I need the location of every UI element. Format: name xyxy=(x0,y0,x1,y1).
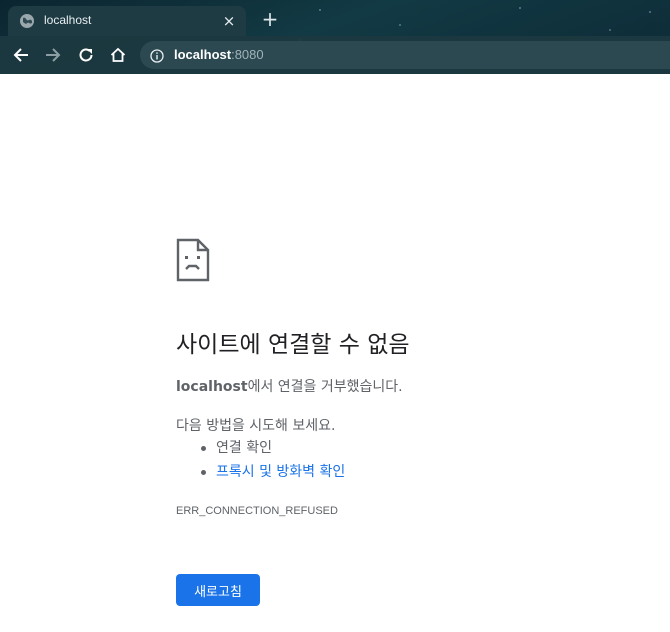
address-url: localhost:8080 xyxy=(174,47,264,62)
browser-tab[interactable]: localhost × xyxy=(8,6,246,36)
forward-arrow-icon[interactable] xyxy=(42,44,64,66)
new-tab-button[interactable]: + xyxy=(260,9,280,29)
globe-icon xyxy=(20,14,34,28)
browser-chrome: localhost × + localhost:8080 xyxy=(0,0,670,74)
sad-document-icon xyxy=(176,238,210,282)
tab-close-icon[interactable]: × xyxy=(220,12,238,30)
error-description: localhost에서 연결을 거부했습니다. xyxy=(176,376,403,396)
error-code: ERR_CONNECTION_REFUSED xyxy=(176,505,338,517)
suggestion-check-connection: 연결 확인 xyxy=(176,438,345,462)
address-port: :8080 xyxy=(231,47,264,62)
tab-title: localhost xyxy=(44,13,92,27)
proxy-firewall-link[interactable]: 프록시 및 방화벽 확인 xyxy=(216,464,345,480)
suggestion-label: 연결 확인 xyxy=(216,440,272,456)
suggestion-check-proxy-firewall[interactable]: 프록시 및 방화벽 확인 xyxy=(176,462,345,486)
reload-icon[interactable] xyxy=(75,44,97,66)
suggestions-list: 연결 확인 프록시 및 방화벽 확인 xyxy=(176,438,345,486)
error-host: localhost xyxy=(176,379,248,395)
suggestions-heading: 다음 방법을 시도해 보세요. xyxy=(176,418,336,434)
address-bar[interactable]: localhost:8080 xyxy=(140,41,670,69)
error-description-text: 에서 연결을 거부했습니다. xyxy=(247,379,403,395)
back-arrow-icon[interactable] xyxy=(10,44,32,66)
address-host: localhost xyxy=(174,47,232,62)
home-icon[interactable] xyxy=(107,44,129,66)
info-icon[interactable] xyxy=(150,48,164,63)
browser-toolbar: localhost:8080 xyxy=(0,36,670,74)
error-title: 사이트에 연결할 수 없음 xyxy=(176,332,410,358)
reload-button[interactable]: 새로고침 xyxy=(176,574,260,606)
